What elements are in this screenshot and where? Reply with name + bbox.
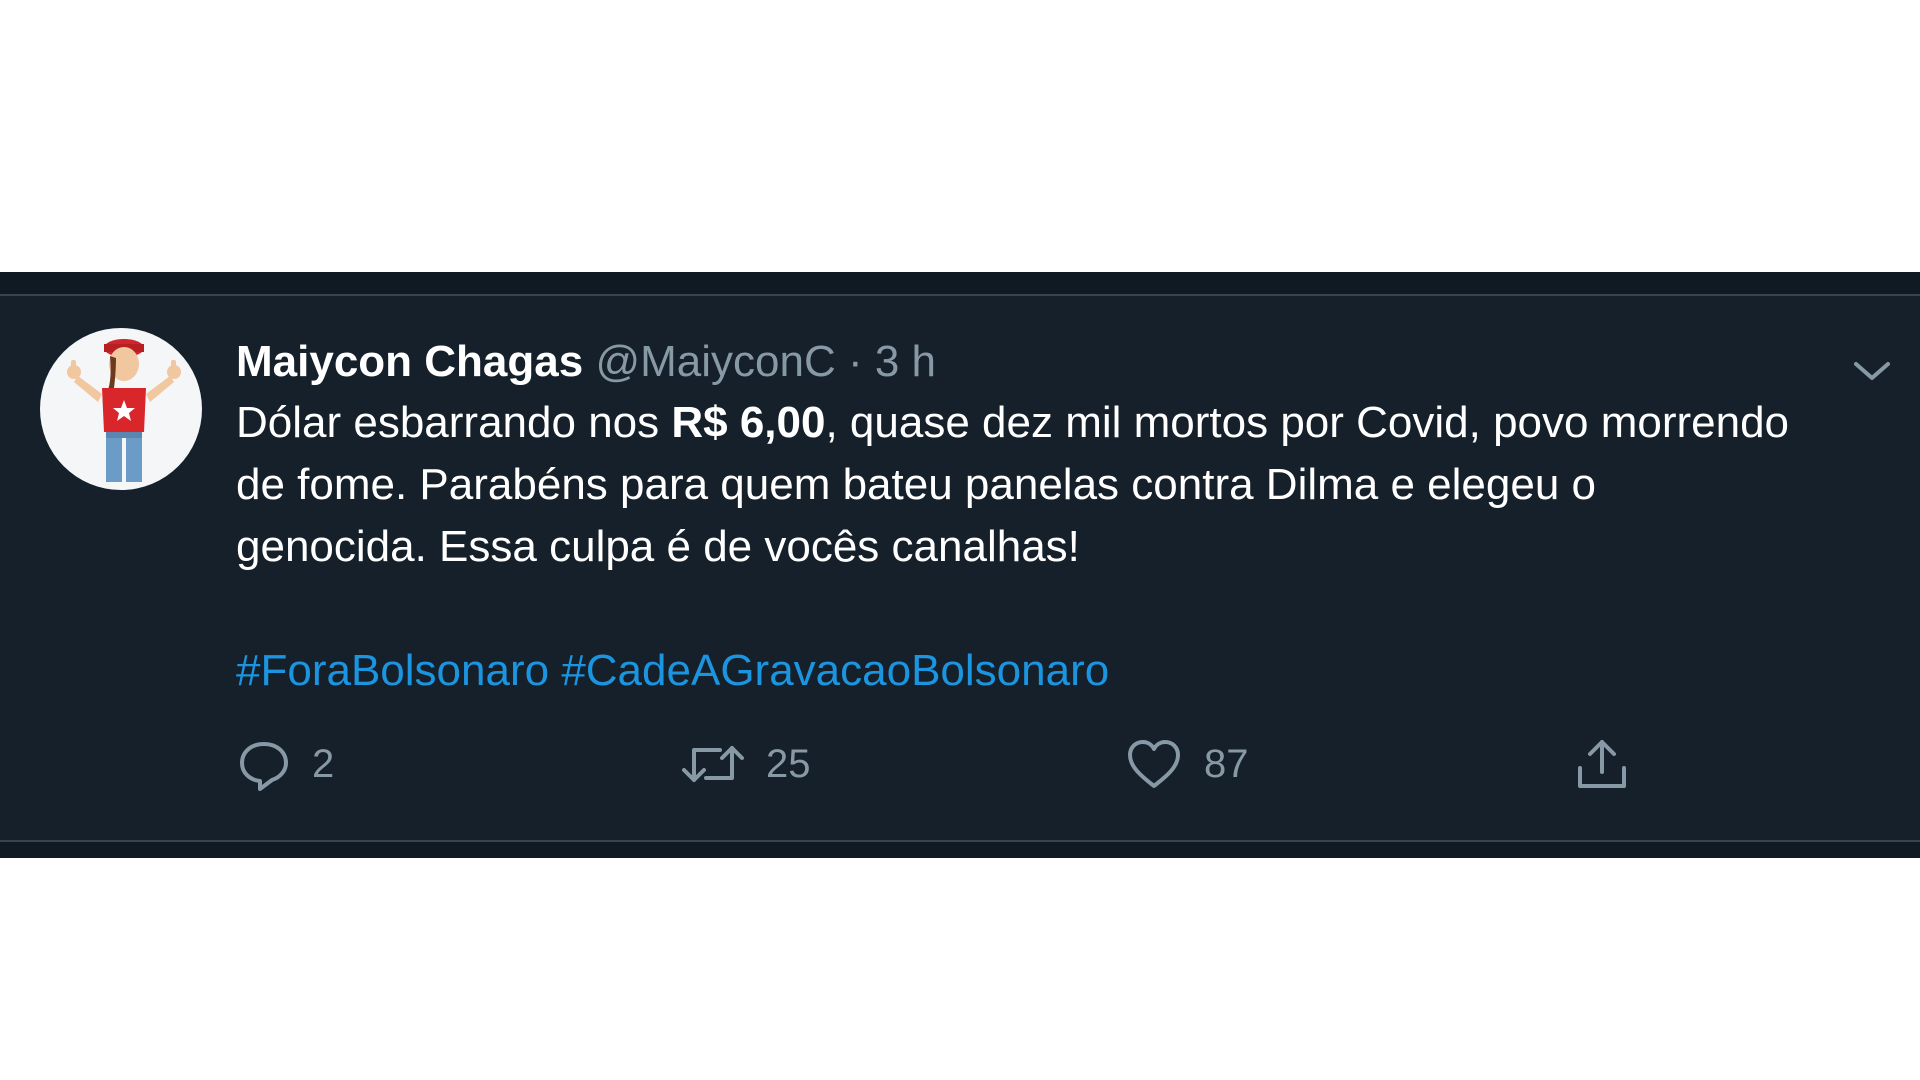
divider bbox=[0, 840, 1920, 842]
hashtag-link[interactable]: #CadeAGravacaoBolsonaro bbox=[561, 646, 1109, 695]
avatar-illustration bbox=[67, 339, 181, 482]
reply-button[interactable]: 2 bbox=[236, 734, 334, 794]
tweet-actions: 2 25 87 bbox=[236, 734, 1656, 794]
chevron-down-icon bbox=[1854, 362, 1890, 380]
hashtags: #ForaBolsonaro #CadeAGravacaoBolsonaro bbox=[236, 640, 1796, 702]
like-button[interactable]: 87 bbox=[1124, 734, 1249, 794]
reply-icon bbox=[240, 742, 288, 791]
display-name[interactable]: Maiycon Chagas bbox=[236, 337, 583, 386]
heart-icon bbox=[1128, 740, 1180, 788]
more-options-button[interactable] bbox=[1850, 356, 1894, 386]
share-icon bbox=[1578, 740, 1626, 788]
tweet-header: Maiycon Chagas @MaiyconC · 3 h bbox=[236, 334, 1796, 390]
timestamp[interactable]: 3 h bbox=[875, 337, 936, 386]
tweet-card: Maiycon Chagas @MaiyconC · 3 h Dólar esb… bbox=[0, 272, 1920, 858]
tweet-text: Dólar esbarrando nos R$ 6,00, quase dez … bbox=[236, 392, 1796, 578]
divider bbox=[0, 294, 1920, 296]
retweet-icon bbox=[682, 746, 744, 782]
hashtag-link[interactable]: #ForaBolsonaro bbox=[236, 646, 549, 695]
separator-dot: · bbox=[847, 337, 863, 386]
avatar[interactable] bbox=[40, 328, 202, 490]
reply-count: 2 bbox=[312, 741, 335, 786]
tweet-text-part-1: Dólar esbarrando nos bbox=[236, 398, 672, 447]
tweet-text-bold: R$ 6,00 bbox=[671, 398, 826, 447]
retweet-button[interactable]: 25 bbox=[680, 734, 811, 794]
share-button[interactable] bbox=[1572, 734, 1632, 794]
tweet-body: Maiycon Chagas @MaiyconC · 3 h Dólar esb… bbox=[236, 334, 1796, 702]
user-handle[interactable]: @MaiyconC bbox=[595, 337, 835, 386]
like-count: 87 bbox=[1204, 741, 1249, 786]
retweet-count: 25 bbox=[766, 741, 811, 786]
